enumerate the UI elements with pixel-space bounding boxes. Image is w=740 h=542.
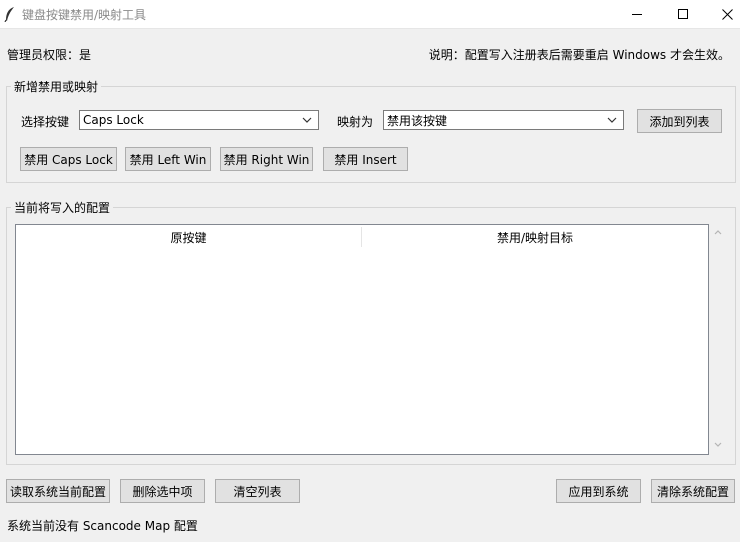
map-to-combobox[interactable]: 禁用该按键 — [383, 110, 624, 130]
read-system-config-button[interactable]: 读取系统当前配置 — [6, 479, 110, 503]
table-scrollbar[interactable] — [710, 224, 726, 455]
scroll-down-icon[interactable] — [714, 442, 722, 448]
title-bar: 键盘按键禁用/映射工具 — [0, 0, 740, 29]
new-mapping-legend: 新增禁用或映射 — [14, 80, 99, 94]
disable-right-win-button[interactable]: 禁用 Right Win — [220, 147, 313, 171]
window-title: 键盘按键禁用/映射工具 — [22, 8, 147, 22]
add-to-list-button[interactable]: 添加到列表 — [637, 109, 722, 133]
map-to-label: 映射为 — [337, 115, 374, 129]
status-label: 系统当前没有 Scancode Map 配置 — [7, 519, 198, 533]
select-key-label: 选择按键 — [21, 115, 70, 129]
clear-system-config-button[interactable]: 清除系统配置 — [651, 479, 735, 503]
scroll-up-icon[interactable] — [714, 229, 722, 235]
delete-selected-button[interactable]: 删除选中项 — [120, 479, 205, 503]
close-icon — [721, 8, 733, 20]
chevron-down-icon — [607, 117, 617, 123]
maximize-button[interactable] — [660, 0, 706, 28]
minimize-button[interactable] — [614, 0, 660, 28]
minimize-icon — [632, 14, 642, 15]
select-key-value: Caps Lock — [83, 113, 144, 127]
map-to-value: 禁用该按键 — [387, 113, 448, 128]
config-table[interactable]: 原按键 禁用/映射目标 — [15, 224, 709, 455]
disable-left-win-button[interactable]: 禁用 Left Win — [125, 147, 211, 171]
column-header-original-key[interactable]: 原按键 — [16, 225, 361, 249]
feather-icon — [4, 6, 18, 23]
disable-insert-button[interactable]: 禁用 Insert — [323, 147, 408, 171]
select-key-combobox[interactable]: Caps Lock — [79, 110, 319, 130]
admin-status-label: 管理员权限：是 — [7, 48, 92, 62]
close-button[interactable] — [704, 0, 740, 28]
restart-note-label: 说明：配置写入注册表后需要重启 Windows 才会生效。 — [428, 48, 730, 62]
apply-to-system-button[interactable]: 应用到系统 — [556, 479, 641, 503]
column-header-target[interactable]: 禁用/映射目标 — [362, 225, 708, 249]
current-config-legend: 当前将写入的配置 — [14, 201, 111, 215]
clear-list-button[interactable]: 清空列表 — [215, 479, 300, 503]
maximize-icon — [678, 9, 688, 19]
chevron-down-icon — [302, 117, 312, 123]
disable-capslock-button[interactable]: 禁用 Caps Lock — [20, 147, 117, 171]
